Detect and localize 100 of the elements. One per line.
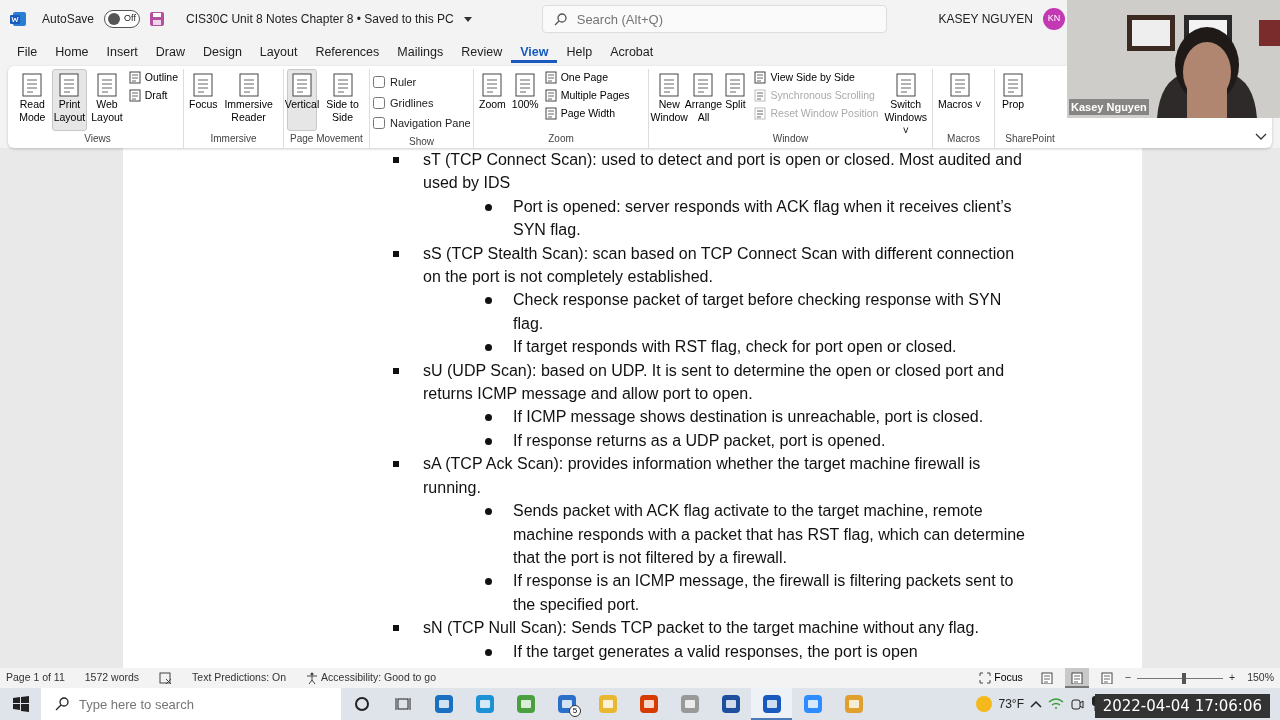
zoom-level[interactable]: 150% bbox=[1247, 670, 1274, 686]
zoom-in-button[interactable]: + bbox=[1229, 670, 1236, 686]
proofing-icon[interactable] bbox=[159, 672, 173, 684]
accessibility-status[interactable]: Accessibility: Good to go bbox=[321, 670, 437, 686]
paragraph: Port is opened: server responds with ACK flag when it receives client’s SYN flag. bbox=[513, 196, 1013, 241]
zoom-slider-thumb[interactable] bbox=[1182, 672, 1187, 684]
checkbox[interactable] bbox=[373, 117, 385, 130]
network-icon[interactable] bbox=[1048, 698, 1064, 710]
zoom-out-button[interactable]: − bbox=[1124, 670, 1131, 686]
ribbon-button[interactable]: Macros ˅ bbox=[936, 69, 984, 131]
caret-icon[interactable] bbox=[463, 16, 472, 22]
ribbon-button[interactable]: Print Layout bbox=[51, 69, 88, 131]
ribbon-button[interactable]: Vertical bbox=[287, 69, 318, 131]
ribbon-button[interactable]: Outline bbox=[126, 69, 180, 87]
app-icon bbox=[843, 694, 864, 714]
bullet-icon bbox=[485, 203, 492, 211]
ribbon-button[interactable]: View Side by Side bbox=[752, 69, 881, 87]
paragraph: sT (TCP Connect Scan): used to detect and port is open or closed. Most audited and used by IDS bbox=[423, 150, 1023, 194]
ribbon-tab[interactable]: Help bbox=[557, 40, 602, 64]
group-label: Views bbox=[83, 132, 112, 146]
taskbar-app[interactable] bbox=[751, 688, 792, 720]
ribbon-button[interactable]: Draft bbox=[126, 86, 180, 105]
focus-button[interactable]: Focus bbox=[973, 668, 1029, 688]
app-icon bbox=[515, 694, 536, 714]
checkbox[interactable] bbox=[373, 76, 385, 89]
ribbon-button[interactable]: Switch Windows ˅ bbox=[882, 69, 929, 131]
bullet-icon bbox=[393, 250, 399, 257]
ribbon-button[interactable]: Side to Side bbox=[319, 69, 366, 131]
app-icon bbox=[720, 694, 741, 714]
weather-sun-icon bbox=[974, 695, 993, 713]
page-icon bbox=[544, 106, 557, 120]
ribbon-tab[interactable]: Draw bbox=[146, 40, 194, 64]
page-icon bbox=[544, 71, 557, 85]
group-label: Macros bbox=[946, 132, 981, 146]
circle-icon bbox=[354, 697, 369, 711]
ribbon-tab[interactable]: File bbox=[8, 40, 47, 64]
ribbon-tab[interactable]: Home bbox=[46, 40, 98, 64]
bullet-icon bbox=[485, 297, 492, 305]
user-name: KASEY NGUYEN bbox=[938, 11, 1033, 28]
bullet-icon bbox=[393, 367, 399, 374]
camera-icon[interactable] bbox=[1070, 697, 1084, 711]
paragraph: If target responds with RST flag, check for port open or closed. bbox=[513, 337, 957, 358]
chevron-up-icon[interactable] bbox=[1030, 700, 1042, 708]
taskbar-search-field[interactable]: Type here to search bbox=[41, 688, 341, 720]
paragraph: sA (TCP Ack Scan): provides information whether the target machine firewall is running. bbox=[423, 454, 982, 498]
app-icon bbox=[679, 694, 700, 714]
ribbon-tab[interactable]: Review bbox=[452, 40, 512, 64]
bullet-icon bbox=[485, 508, 492, 516]
search-field[interactable]: Search (Alt+Q) bbox=[541, 5, 887, 33]
word-logo-icon bbox=[10, 11, 26, 27]
app-icon bbox=[761, 694, 782, 714]
checkbox-label: Ruler bbox=[390, 75, 417, 90]
page-icon bbox=[544, 89, 557, 103]
notification-badge: 5 bbox=[569, 705, 581, 717]
ribbon-button[interactable]: Immersive Reader bbox=[221, 69, 276, 131]
bullet-icon bbox=[393, 461, 399, 468]
group-label: Immersive bbox=[209, 132, 258, 146]
windows-icon bbox=[12, 696, 29, 712]
chevron-down-icon[interactable] bbox=[1255, 133, 1267, 141]
ribbon-button[interactable]: Page Width bbox=[542, 104, 632, 123]
view-button[interactable] bbox=[1064, 668, 1089, 688]
ribbon-tab[interactable]: Layout bbox=[250, 40, 307, 64]
save-icon[interactable] bbox=[150, 12, 165, 26]
user-avatar[interactable]: KN bbox=[1043, 8, 1065, 30]
ribbon-button[interactable]: One Page bbox=[542, 69, 632, 87]
paragraph: sU (UDP Scan): based on UDP. It is sent to determine the open or closed port and returns ICMP message and allow port to open. bbox=[423, 360, 1006, 405]
ribbon-button[interactable]: Read Mode bbox=[15, 69, 50, 131]
ribbon-tab[interactable]: View bbox=[511, 40, 558, 64]
bullet-icon bbox=[485, 578, 492, 586]
page-icon bbox=[754, 89, 767, 103]
group-label: Window bbox=[771, 132, 810, 146]
ribbon-tab[interactable]: Mailings bbox=[388, 40, 453, 64]
autosave-toggle[interactable]: Off bbox=[104, 10, 141, 28]
checkbox-label: Navigation Pane bbox=[390, 116, 471, 131]
text-predictions[interactable]: Text Predictions: On bbox=[192, 670, 287, 686]
paragraph: If ICMP message shows destination is unreachable, port is closed. bbox=[513, 407, 984, 428]
taskbar-app[interactable]: 5 bbox=[546, 688, 587, 720]
app-icon bbox=[802, 694, 823, 714]
ribbon-button[interactable]: Zoom bbox=[477, 69, 508, 131]
group-label: SharePoint bbox=[1004, 132, 1056, 146]
word-count: 1572 words bbox=[84, 670, 140, 686]
checkbox[interactable] bbox=[373, 96, 385, 109]
bullet-icon bbox=[393, 157, 399, 163]
ribbon-button[interactable]: 100% bbox=[509, 69, 541, 131]
ribbon-tab[interactable]: Acrobat bbox=[601, 40, 663, 64]
participant-name: Kasey Nguyen bbox=[1069, 98, 1149, 115]
ribbon-tab[interactable]: Design bbox=[193, 40, 251, 64]
page-icon bbox=[1100, 672, 1113, 684]
ribbon-tab[interactable]: References bbox=[306, 40, 389, 64]
ribbon-button[interactable]: Prop bbox=[998, 69, 1028, 131]
app-icon bbox=[597, 694, 618, 714]
page-icon bbox=[128, 71, 141, 85]
ribbon-button[interactable]: Multiple Pages bbox=[542, 86, 632, 105]
ribbon-button[interactable]: Web Layout bbox=[89, 69, 125, 131]
bullet-icon bbox=[485, 344, 492, 352]
ribbon-tab[interactable]: Insert bbox=[97, 40, 147, 64]
weather-temperature[interactable]: 73°F bbox=[998, 695, 1024, 713]
group-label: Show bbox=[408, 134, 435, 149]
paragraph: sN (TCP Null Scan): Sends TCP packet to the target machine without any flag. bbox=[423, 618, 979, 639]
ribbon-button[interactable]: Focus bbox=[187, 69, 220, 131]
